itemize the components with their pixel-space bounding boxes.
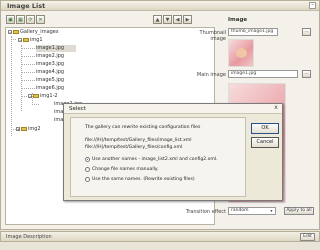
option-use-another-names[interactable]: Use another names - image_list2.xml and … — [85, 157, 218, 162]
edit-description-button[interactable]: Edit — [300, 233, 315, 241]
add-image-icon: ▦ — [18, 16, 23, 23]
dialog-message: The gallery can rewrite existing configu… — [85, 125, 201, 130]
move-up-button[interactable]: ▲ — [153, 15, 162, 24]
refresh-button[interactable]: ⟳ — [26, 15, 35, 24]
collapse-icon[interactable]: − — [28, 93, 32, 98]
config-path-1: file:///H|/temp/test/Gallery_files/image… — [85, 138, 192, 143]
thumbnail-label: Thumbnail image — [199, 30, 226, 42]
tree-item[interactable]: image1.jpg — [36, 45, 76, 52]
tree-item[interactable]: image4.jpg — [36, 69, 64, 76]
collapse-icon[interactable]: − — [18, 37, 22, 42]
chevron-down-icon: ▾ — [270, 208, 273, 213]
ok-button[interactable]: OK — [251, 123, 279, 134]
collapse-icon[interactable]: − — [8, 29, 12, 34]
folder-icon — [13, 29, 19, 34]
cancel-button[interactable]: Cancel — [251, 137, 279, 148]
move-left-icon: ◀ — [175, 16, 180, 23]
expand-icon[interactable]: + — [16, 126, 20, 131]
panel-title: Image List — [7, 2, 46, 10]
dialog-title: Select — [69, 106, 86, 112]
main-image-label: Main image — [196, 72, 226, 78]
tree-item[interactable]: image2.jpg — [36, 53, 64, 60]
dialog-body: The gallery can rewrite existing configu… — [70, 117, 246, 197]
close-icon[interactable]: x — [272, 105, 280, 112]
radio-icon[interactable] — [85, 177, 90, 182]
move-right-icon: ▶ — [185, 16, 190, 23]
config-path-2: file:///H|/temp/test/Gallery_files/confi… — [85, 145, 183, 150]
add-folder-button[interactable]: ▣ — [6, 15, 15, 24]
refresh-icon: ⟳ — [28, 16, 33, 23]
tree-node-root[interactable]: − Gallery_images — [8, 29, 59, 36]
radio-selected-icon[interactable] — [85, 157, 90, 162]
add-image-button[interactable]: ▦ — [16, 15, 25, 24]
add-folder-icon: ▣ — [8, 16, 13, 23]
move-down-icon: ▼ — [165, 16, 170, 23]
description-bar: Image Description Edit — [0, 231, 320, 242]
main-image-input[interactable]: image1.jpg — [228, 70, 298, 78]
delete-icon: ✕ — [38, 16, 43, 23]
tree-node-img1-2[interactable]: − img1-2 — [28, 93, 58, 100]
thumbnail-browse-button[interactable]: ... — [302, 28, 311, 36]
description-label: Image Description — [6, 234, 52, 240]
move-right-button[interactable]: ▶ — [183, 15, 192, 24]
tree-toolbar: ▣ ▦ ⟳ ✕ — [6, 15, 45, 24]
folder-icon — [23, 37, 29, 42]
dialog-titlebar: Select x — [64, 104, 282, 114]
tree-item[interactable]: image6.jpg — [36, 85, 64, 92]
move-left-button[interactable]: ◀ — [173, 15, 182, 24]
folder-icon — [21, 126, 27, 131]
panel-header: Image List – — [1, 1, 319, 11]
thumbnail-input[interactable]: thumb_image1.jpg — [228, 28, 278, 36]
image-heading: Image — [228, 17, 248, 23]
move-toolbar: ▲ ▼ ◀ ▶ — [153, 15, 192, 24]
option-use-same-names[interactable]: Use the same names. (Rewrite existing fi… — [85, 177, 195, 182]
tree-item[interactable]: image3.jpg — [36, 61, 64, 68]
delete-button[interactable]: ✕ — [36, 15, 45, 24]
tree-item[interactable]: image5.jpg — [36, 77, 64, 84]
move-down-button[interactable]: ▼ — [163, 15, 172, 24]
tree-node-img2[interactable]: + img2 — [16, 126, 41, 133]
main-image-browse-button[interactable]: ... — [302, 70, 311, 78]
move-up-icon: ▲ — [155, 16, 160, 23]
transition-label: Transition effect — [185, 209, 226, 215]
folder-icon — [33, 93, 39, 98]
option-change-manually[interactable]: Change file names manually. — [85, 167, 158, 172]
collapse-panel-button[interactable]: – — [309, 2, 316, 9]
thumbnail-preview — [228, 39, 254, 67]
select-dialog: Select x The gallery can rewrite existin… — [63, 103, 283, 201]
radio-icon[interactable] — [85, 167, 90, 172]
apply-to-all-button[interactable]: Apply to all — [284, 207, 314, 215]
transition-select[interactable]: random ▾ — [228, 207, 276, 215]
tree-node-img1[interactable]: − img1 — [18, 37, 43, 44]
